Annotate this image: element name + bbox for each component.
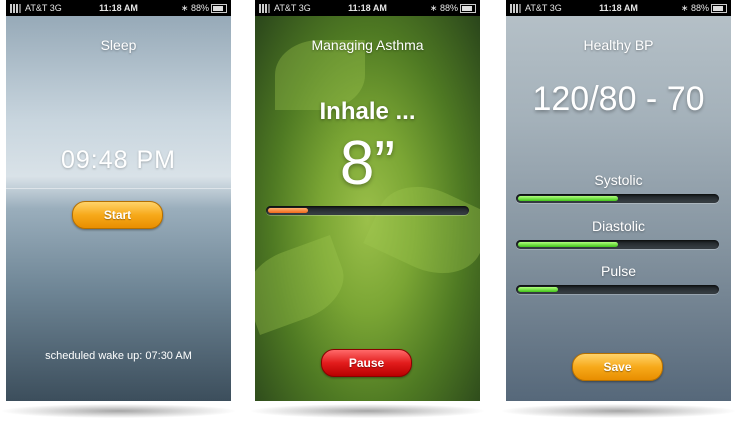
screen-title: Healthy BP: [583, 37, 654, 53]
horizon-line: [6, 188, 231, 189]
bp-reading: 120/80 - 70: [532, 80, 705, 118]
scheduled-wake-text: scheduled wake up: 07:30 AM: [45, 350, 192, 362]
pulse-slider[interactable]: [516, 285, 719, 294]
status-bar: AT&T 3G 11:18 AM ∗ 88%: [506, 0, 731, 16]
sleep-time: 09:48 PM: [60, 146, 176, 174]
start-button[interactable]: Start: [72, 201, 163, 229]
breath-progress-bar: [266, 206, 469, 215]
sleep-screen: AT&T 3G 11:18 AM ∗ 88% Sleep 09:48 PM St…: [6, 0, 231, 401]
battery-percent: 88%: [190, 3, 209, 13]
battery-percent: 88%: [690, 3, 709, 13]
pause-button[interactable]: Pause: [321, 349, 412, 377]
battery-icon: [711, 4, 727, 14]
screen-title: Sleep: [100, 37, 137, 53]
status-bar: AT&T 3G 11:18 AM ∗ 88%: [6, 0, 231, 16]
phone-shadow: [2, 404, 235, 418]
diastolic-label: Diastolic: [592, 218, 645, 234]
breath-instruction: Inhale ...: [319, 98, 416, 125]
battery-percent: 88%: [439, 3, 458, 13]
systolic-slider[interactable]: [516, 194, 719, 203]
diastolic-slider[interactable]: [516, 240, 719, 249]
status-bar: AT&T 3G 11:18 AM ∗ 88%: [255, 0, 480, 16]
diastolic-level-fill: [518, 242, 618, 247]
bluetooth-icon: ∗: [680, 3, 689, 13]
asthma-screen: AT&T 3G 11:18 AM ∗ 88% Managing Asthma I…: [255, 0, 480, 401]
bluetooth-icon: ∗: [429, 3, 438, 13]
save-button[interactable]: Save: [572, 353, 663, 381]
battery-icon: [460, 4, 476, 14]
battery-icon: [211, 4, 227, 14]
systolic-level-fill: [518, 196, 618, 201]
phone-shadow: [502, 404, 735, 418]
bluetooth-icon: ∗: [180, 3, 189, 13]
pulse-level-fill: [518, 287, 558, 292]
pulse-label: Pulse: [600, 263, 637, 279]
screen-title: Managing Asthma: [311, 37, 424, 53]
breath-countdown: 8”: [339, 129, 396, 198]
leaf-decoration: [255, 235, 354, 335]
bp-screen: AT&T 3G 11:18 AM ∗ 88% Healthy BP 120/80…: [506, 0, 731, 401]
phone-shadow: [251, 404, 484, 418]
systolic-label: Systolic: [594, 172, 643, 188]
breath-progress-fill: [268, 208, 308, 213]
